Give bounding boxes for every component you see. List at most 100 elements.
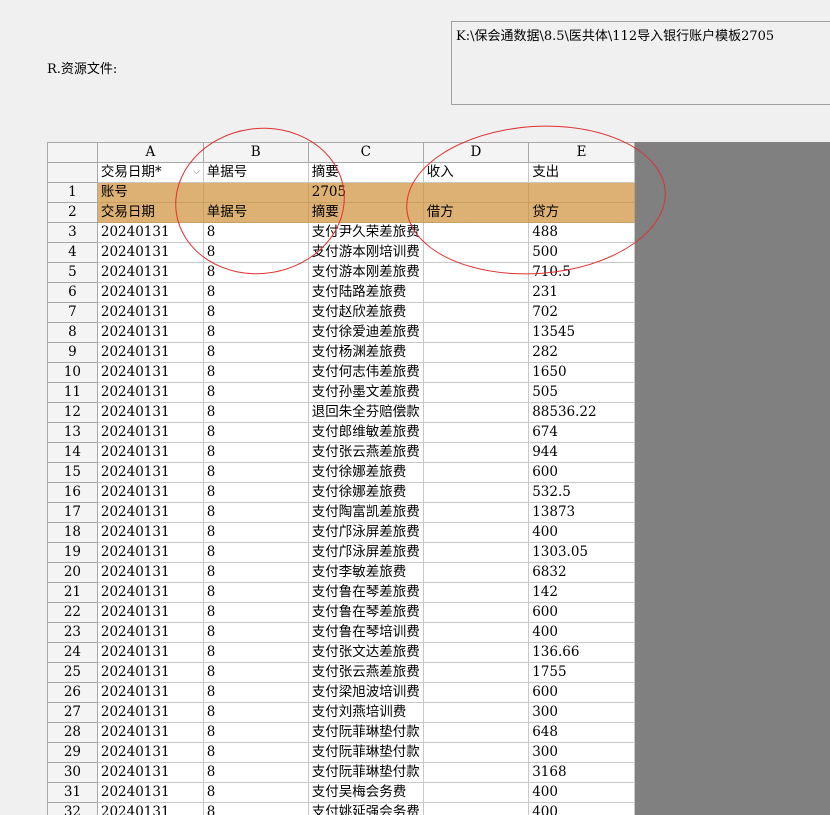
row-header[interactable]: 30 bbox=[47, 762, 98, 783]
table-cell[interactable]: 支付鲁在琴培训费 bbox=[307, 622, 424, 643]
row-header[interactable]: 27 bbox=[47, 702, 98, 723]
table-cell[interactable]: 400 bbox=[528, 782, 635, 803]
row-header[interactable]: 29 bbox=[47, 742, 98, 763]
table-cell[interactable] bbox=[422, 802, 530, 815]
table-cell[interactable]: 488 bbox=[528, 222, 635, 243]
table-cell[interactable]: 710.5 bbox=[528, 262, 635, 283]
table-cell[interactable] bbox=[422, 722, 530, 743]
row-header[interactable]: 31 bbox=[47, 782, 98, 803]
row-header[interactable]: 4 bbox=[47, 242, 98, 263]
table-cell[interactable]: 支付陆路差旅费 bbox=[307, 282, 424, 303]
table-cell[interactable]: 20240131 bbox=[96, 502, 204, 523]
row-header[interactable]: 23 bbox=[47, 622, 98, 643]
table-cell[interactable]: 8 bbox=[202, 762, 309, 783]
table-cell[interactable] bbox=[422, 562, 530, 583]
table-cell[interactable]: 20240131 bbox=[96, 682, 204, 703]
row-header[interactable]: 20 bbox=[47, 562, 98, 583]
table-cell[interactable] bbox=[422, 522, 530, 543]
table-cell[interactable]: 支付孙墨文差旅费 bbox=[307, 382, 424, 403]
dropdown-icon[interactable]: ⌵ bbox=[193, 164, 200, 182]
table-cell[interactable]: 支付尹久荣差旅费 bbox=[307, 222, 424, 243]
table-cell[interactable]: 借方 bbox=[422, 202, 530, 223]
row-header[interactable]: 13 bbox=[47, 422, 98, 443]
table-cell[interactable]: 6832 bbox=[528, 562, 635, 583]
table-cell[interactable] bbox=[422, 582, 530, 603]
table-cell[interactable]: 支付徐娜差旅费 bbox=[307, 462, 424, 483]
table-cell[interactable]: 13545 bbox=[528, 322, 635, 343]
table-cell[interactable]: 8 bbox=[202, 642, 309, 663]
table-cell[interactable]: 400 bbox=[528, 802, 635, 815]
table-cell[interactable]: 支付游本刚培训费 bbox=[307, 242, 424, 263]
table-cell[interactable]: 20240131 bbox=[96, 622, 204, 643]
row-header[interactable]: 21 bbox=[47, 582, 98, 603]
table-cell[interactable]: 支付鲁在琴差旅费 bbox=[307, 582, 424, 603]
table-cell[interactable]: 20240131 bbox=[96, 582, 204, 603]
table-cell[interactable]: 3168 bbox=[528, 762, 635, 783]
row-header[interactable]: 16 bbox=[47, 482, 98, 503]
table-cell[interactable]: 20240131 bbox=[96, 262, 204, 283]
table-cell[interactable]: 8 bbox=[202, 362, 309, 383]
corner-cell[interactable] bbox=[47, 142, 98, 163]
table-cell[interactable]: 20240131 bbox=[96, 242, 204, 263]
table-cell[interactable]: 8 bbox=[202, 682, 309, 703]
row-header[interactable]: 18 bbox=[47, 522, 98, 543]
table-cell[interactable]: 支付游本刚差旅费 bbox=[307, 262, 424, 283]
row-header[interactable]: 28 bbox=[47, 722, 98, 743]
table-cell[interactable]: 944 bbox=[528, 442, 635, 463]
table-cell[interactable]: 8 bbox=[202, 322, 309, 343]
table-cell[interactable]: 支付阮菲琳垫付款 bbox=[307, 762, 424, 783]
table-cell[interactable]: 8 bbox=[202, 622, 309, 643]
table-cell[interactable]: 8 bbox=[202, 462, 309, 483]
table-cell[interactable]: 贷方 bbox=[528, 202, 635, 223]
table-cell[interactable]: 8 bbox=[202, 422, 309, 443]
table-cell[interactable]: 退回朱全芬赔偿款 bbox=[307, 402, 424, 423]
table-cell[interactable]: 20240131 bbox=[96, 222, 204, 243]
table-cell[interactable]: 8 bbox=[202, 342, 309, 363]
row-header[interactable]: 10 bbox=[47, 362, 98, 383]
table-cell[interactable]: 20240131 bbox=[96, 802, 204, 815]
table-cell[interactable]: 1303.05 bbox=[528, 542, 635, 563]
table-cell[interactable]: 20240131 bbox=[96, 362, 204, 383]
table-cell[interactable] bbox=[422, 622, 530, 643]
table-cell[interactable] bbox=[422, 322, 530, 343]
table-cell[interactable]: 支付张云燕差旅费 bbox=[307, 662, 424, 683]
table-cell[interactable]: 单据号 bbox=[202, 202, 309, 223]
table-cell[interactable] bbox=[422, 262, 530, 283]
row-header[interactable]: 8 bbox=[47, 322, 98, 343]
table-cell[interactable]: 支付陶富凯差旅费 bbox=[307, 502, 424, 523]
row-header[interactable]: 25 bbox=[47, 662, 98, 683]
table-cell[interactable] bbox=[422, 662, 530, 683]
column-header-d[interactable]: D bbox=[422, 142, 530, 163]
table-cell[interactable]: 8 bbox=[202, 582, 309, 603]
table-cell[interactable]: 20240131 bbox=[96, 482, 204, 503]
field-select-b[interactable]: 单据号 bbox=[202, 162, 309, 183]
table-cell[interactable] bbox=[422, 242, 530, 263]
source-file-path-field[interactable]: K:\保会通数据\8.5\医共体\112导入银行账户模板2705 bbox=[451, 21, 830, 105]
row-header[interactable]: 26 bbox=[47, 682, 98, 703]
row-header[interactable]: 24 bbox=[47, 642, 98, 663]
table-cell[interactable]: 支付何志伟差旅费 bbox=[307, 362, 424, 383]
table-cell[interactable] bbox=[422, 682, 530, 703]
spreadsheet[interactable]: A B C D E 交易日期* ⌵ 单据号 摘要 收入 支出 1 账号 2705 2 交易… bbox=[47, 142, 635, 815]
table-cell[interactable]: 8 bbox=[202, 262, 309, 283]
table-cell[interactable] bbox=[422, 462, 530, 483]
table-cell[interactable]: 300 bbox=[528, 702, 635, 723]
table-cell[interactable]: 支付李敏差旅费 bbox=[307, 562, 424, 583]
table-cell[interactable]: 8 bbox=[202, 442, 309, 463]
row-header[interactable]: 7 bbox=[47, 302, 98, 323]
table-cell[interactable]: 8 bbox=[202, 702, 309, 723]
table-cell[interactable] bbox=[422, 402, 530, 423]
row-header[interactable]: 11 bbox=[47, 382, 98, 403]
table-cell[interactable]: 8 bbox=[202, 302, 309, 323]
table-cell[interactable] bbox=[422, 542, 530, 563]
table-cell[interactable] bbox=[422, 382, 530, 403]
table-cell[interactable]: 20240131 bbox=[96, 282, 204, 303]
field-select-d[interactable]: 收入 bbox=[422, 162, 530, 183]
row-header[interactable]: 12 bbox=[47, 402, 98, 423]
row-header[interactable]: 3 bbox=[47, 222, 98, 243]
row-header[interactable]: 9 bbox=[47, 342, 98, 363]
table-cell[interactable]: 600 bbox=[528, 602, 635, 623]
table-cell[interactable]: 20240131 bbox=[96, 642, 204, 663]
table-cell[interactable]: 20240131 bbox=[96, 722, 204, 743]
table-cell[interactable]: 600 bbox=[528, 462, 635, 483]
